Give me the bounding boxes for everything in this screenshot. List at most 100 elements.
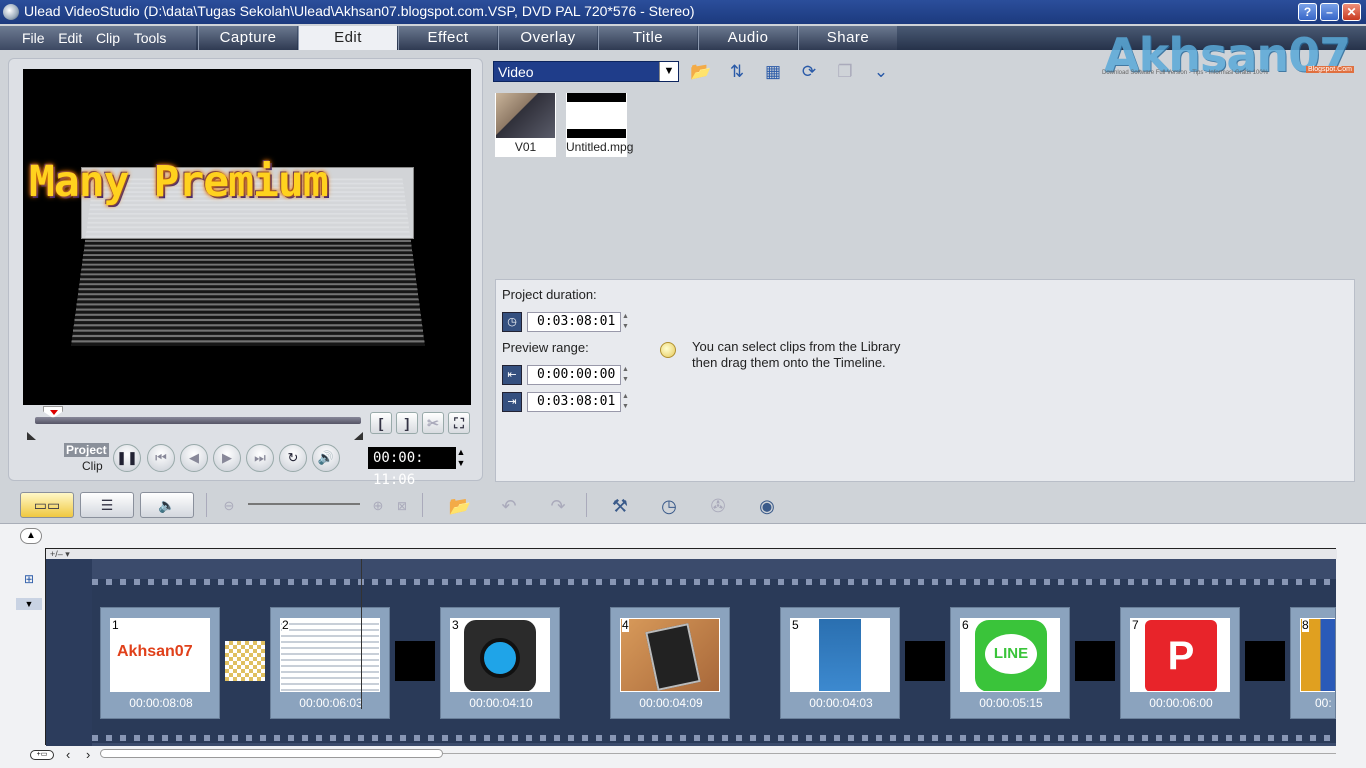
tab-title[interactable]: Title [598,26,697,50]
batch-render-icon[interactable]: ◷ [655,493,683,519]
range-end-spinner[interactable]: ▲ ▼ [622,392,630,412]
timeline-clip[interactable]: 5 00:00:04:03 [780,607,900,719]
chevron-down-icon[interactable]: ▼ [659,62,678,81]
tab-overlay[interactable]: Overlay [498,26,597,50]
clip-duration: 00: [1315,696,1332,710]
preview-panel: Many Premium [ ] ✂ ⛶ Project Clip ❚❚ ⏮ ◀… [8,58,483,488]
timeline-clip[interactable]: 8 00: [1290,607,1336,719]
clip-number: 6 [962,618,969,632]
track-header[interactable]: +/– ▾ [46,549,1337,559]
batch-convert-icon[interactable]: ⟳ [796,60,822,84]
end-button[interactable]: ⏭ [246,444,274,472]
duration-spinner[interactable]: ▲ ▼ [622,312,630,332]
minimize-button[interactable]: – [1320,3,1339,21]
redo-icon[interactable]: ↷ [544,493,572,519]
library-item-untitled-mpg[interactable]: Untitled.mpg [566,93,634,157]
transition-slot[interactable] [905,641,945,681]
transition-slot[interactable] [395,641,435,681]
range-start-spinner[interactable]: ▲ ▼ [622,365,630,385]
timeline-playhead[interactable] [361,559,362,709]
timeline-clip[interactable]: 3 00:00:04:10 [440,607,560,719]
repeat-button[interactable]: ↻ [279,444,307,472]
zoom-slider[interactable] [248,503,360,505]
timeline-view-icon[interactable]: ☰ [80,492,134,518]
logo-badge: Blogspot.Com [1306,66,1354,73]
timeline-clip[interactable]: 4 00:00:04:09 [610,607,730,719]
fit-project-icon[interactable]: ⊠ [388,493,416,519]
scroll-left-icon[interactable]: ‹ [66,747,70,762]
timecode-display[interactable]: 00:00: 11:06 [368,447,456,488]
mark-out-button[interactable]: ] [396,412,418,434]
tab-share[interactable]: Share [798,26,897,50]
expand-icon[interactable]: ⌄ [868,60,894,84]
chevron-down-icon[interactable]: ▼ [16,598,42,610]
clip-duration: 00:00:04:09 [639,696,703,710]
preview-scrubber[interactable] [35,417,361,424]
phone-image [645,623,701,691]
app-icon[interactable] [3,4,19,20]
mark-in-button[interactable]: [ [370,412,392,434]
smart-proxy-icon[interactable]: ⚒ [606,493,634,519]
menu-file[interactable]: File [22,26,45,50]
tab-edit[interactable]: Edit [298,26,397,50]
timeline-clip[interactable]: Akhsan07 1 00:00:08:08 [100,607,220,719]
undo-icon[interactable]: ↶ [495,493,523,519]
tab-audio[interactable]: Audio [698,26,797,50]
storyboard-view-icon[interactable]: ▭▭ [20,492,74,518]
project-duration-field[interactable]: 0:03:08:01 [527,312,621,332]
library-item-v01[interactable]: V01 [495,93,556,157]
tab-effect[interactable]: Effect [398,26,497,50]
menu-tools[interactable]: Tools [134,26,167,50]
mode-project-label[interactable]: Project [64,443,109,457]
tab-capture[interactable]: Capture [198,26,297,50]
clip-thumbnail [620,618,720,692]
menu-clip[interactable]: Clip [96,26,120,50]
mode-clip-label[interactable]: Clip [82,459,103,473]
range-end-field[interactable]: 0:03:08:01 [527,392,621,412]
clip-thumbnail [790,618,890,692]
insert-media-icon[interactable]: 📂 [446,493,474,519]
preview-range-label: Preview range: [502,340,589,355]
pause-button[interactable]: ❚❚ [113,444,141,472]
audio-mixer-icon[interactable]: ✇ [704,493,732,519]
scroll-right-icon[interactable]: › [86,747,90,762]
eject-icon[interactable]: ▲ [20,528,42,544]
add-track-button[interactable]: +▭ [30,750,54,760]
range-start-field[interactable]: 0:00:00:00 [527,365,621,385]
library-category-select[interactable]: Video ▼ [493,61,679,82]
range-start-icon[interactable]: ⇤ [502,365,522,385]
help-button[interactable]: ? [1298,3,1317,21]
lightbulb-icon [660,342,676,358]
timeline-clip[interactable]: P 7 00:00:06:00 [1120,607,1240,719]
clip-number: 5 [792,618,799,632]
folder-open-icon[interactable]: 📂 [688,60,714,84]
previous-frame-button[interactable]: ◀ [180,444,208,472]
instagram-login-screen [819,619,861,691]
transition-effect[interactable] [225,641,265,681]
transition-slot[interactable] [1075,641,1115,681]
trim-start-marker[interactable] [27,432,36,440]
sort-icon[interactable]: ⇅ [724,60,750,84]
trim-end-marker[interactable] [354,432,363,440]
next-frame-button[interactable]: ▶ [213,444,241,472]
enlarge-preview-icon[interactable]: ⛶ [448,412,470,434]
volume-button[interactable]: 🔊 [312,444,340,472]
library-item-label: Untitled.mpg [566,140,634,154]
timecode-spinner[interactable]: ▲ ▼ [455,447,467,469]
range-end-icon[interactable]: ⇥ [502,392,522,412]
track-manager-icon[interactable]: ⊞ [16,572,42,588]
timeline-clip[interactable]: 2 00:00:06:03 [270,607,390,719]
surround-51-icon[interactable]: ◉ [753,493,781,519]
timeline-clip[interactable]: LINE 6 00:00:05:15 [950,607,1070,719]
transition-slot[interactable] [1245,641,1285,681]
project-duration-label: Project duration: [502,287,597,302]
horizontal-scrollbar[interactable] [100,749,443,758]
zoom-out-icon[interactable]: ⊖ [215,493,243,519]
menu-edit[interactable]: Edit [58,26,82,50]
home-button[interactable]: ⏮ [147,444,175,472]
audio-view-icon[interactable]: 🔈 [140,492,194,518]
close-button[interactable]: ✕ [1342,3,1361,21]
library-manager-icon[interactable]: ▦ [760,60,786,84]
library-options-icon[interactable]: ❐ [832,60,858,84]
cut-clip-icon[interactable]: ✂ [422,412,444,434]
